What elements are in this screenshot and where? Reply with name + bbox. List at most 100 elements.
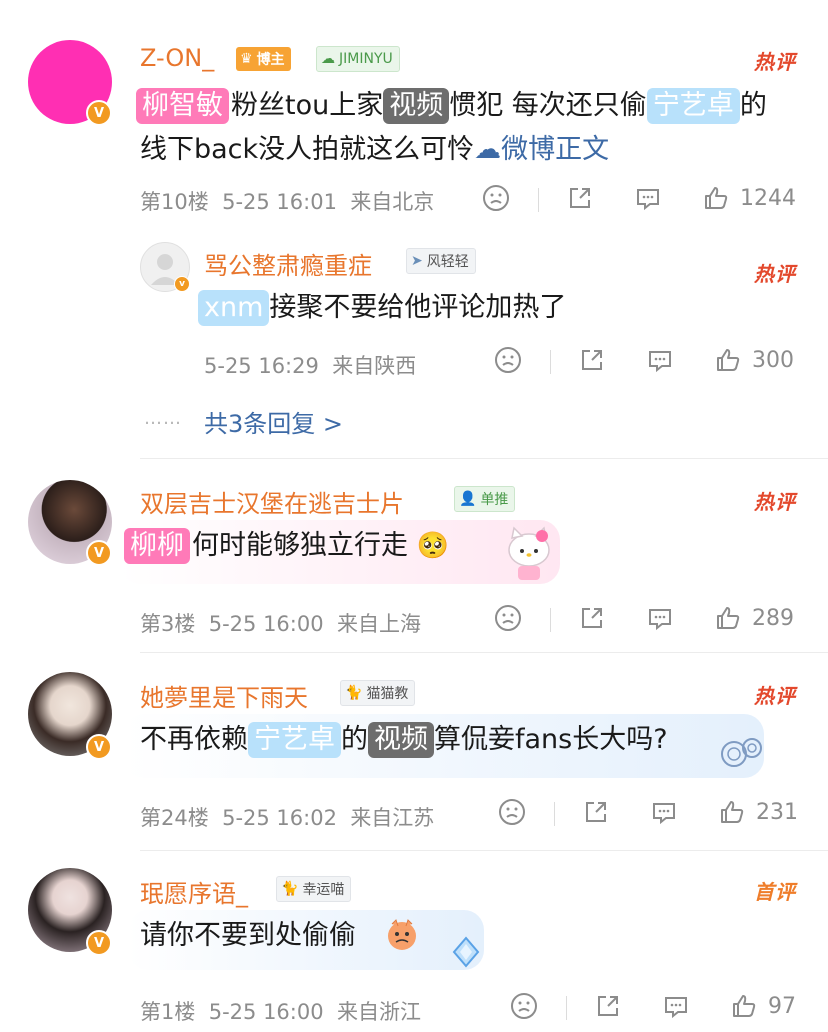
action-divider (538, 188, 539, 212)
fan-badge[interactable]: 🐈 猫猫教 (340, 680, 416, 706)
hello-kitty-sticker-icon (500, 524, 558, 582)
video-tag[interactable]: 视频 (383, 88, 450, 124)
emoji-react-button[interactable] (510, 992, 538, 1020)
like-count: 300 (752, 347, 794, 373)
comment-icon (649, 609, 671, 631)
comment-text: 不再依赖 宁艺卓的视频 算侃妾fans长大吗? (140, 720, 668, 760)
emoji-react-button[interactable] (494, 604, 522, 632)
share-button[interactable] (578, 346, 606, 374)
thumbs-up-icon (717, 349, 740, 371)
more-replies-link[interactable]: 共3条回复 > (204, 404, 343, 439)
supertopic-tag[interactable]: xnm (198, 290, 270, 326)
username[interactable]: 双层吉士汉堡在逃吉士片 (140, 484, 404, 519)
verified-icon: V (86, 540, 112, 566)
comment-icon (665, 997, 687, 1019)
share-icon (582, 608, 602, 628)
pleading-face-emoji: 🥺 (416, 531, 449, 561)
share-icon (570, 188, 590, 208)
action-divider (554, 802, 555, 826)
like-button[interactable]: 289 (714, 604, 794, 632)
reply-actions: 300 (0, 346, 828, 378)
weibo-link-icon: ☁ (474, 134, 502, 165)
frown-icon (499, 799, 525, 825)
comment-actions: 289 (0, 604, 828, 636)
like-button[interactable]: 1244 (702, 184, 796, 212)
action-divider (550, 608, 551, 632)
hot-comment-label: 热评 (754, 684, 796, 708)
comment-actions: 97 (0, 992, 828, 1024)
comment-icon (649, 351, 671, 373)
paper-plane-icon: ➤ (411, 253, 423, 269)
comment-text-line-1: 柳智敏 粉丝tou上家 视频 惯犯 每次还只偷 宁艺卓的 (136, 86, 767, 126)
person-icon: 👤 (459, 491, 477, 507)
cat-icon: 🐈 (345, 685, 363, 701)
username[interactable]: 她夢里是下雨天 (140, 678, 308, 713)
comment-actions: 1244 (0, 184, 828, 216)
share-icon (582, 350, 602, 370)
share-button[interactable] (566, 184, 594, 212)
comment-button[interactable] (646, 346, 674, 374)
like-button[interactable]: 231 (718, 798, 798, 826)
supertopic-tag[interactable]: 宁艺卓 (248, 722, 341, 758)
thumbs-up-icon (717, 607, 740, 629)
thumbs-up-icon (721, 801, 744, 823)
like-button[interactable]: 300 (714, 346, 794, 374)
video-tag[interactable]: 视频 (368, 722, 434, 758)
comment-text: 柳柳 何时能够独立行走 🥺 (124, 526, 449, 566)
emoji-react-button[interactable] (482, 184, 510, 212)
hot-comment-label: 热评 (754, 490, 796, 514)
comment-text-line-2: 线下back没人拍就这么可怜☁微博正文 (140, 134, 610, 165)
comment-text: 请你不要到处偷偷 (140, 920, 356, 951)
action-divider (550, 350, 551, 374)
reply-text: xnm 接聚不要给他评论加热了 (198, 288, 566, 328)
emoji-react-button[interactable] (498, 798, 526, 826)
thumbs-up-icon (733, 995, 756, 1017)
username[interactable]: Z-ON_ (140, 44, 214, 72)
divider (140, 652, 828, 653)
share-icon (586, 802, 606, 822)
username[interactable]: 珉愿序语_ (140, 874, 248, 909)
action-divider (566, 996, 567, 1020)
comment-2: V 双层吉士汉堡在逃吉士片 👤 单推 热评 柳柳 何时能够独立行走 🥺 第3楼 5… (0, 460, 828, 650)
like-count: 231 (756, 799, 798, 825)
share-button[interactable] (594, 992, 622, 1020)
verified-icon: v (174, 276, 190, 292)
like-button[interactable]: 97 (730, 992, 796, 1020)
fan-badge[interactable]: 👤 单推 (454, 486, 516, 512)
thumbs-up-icon (705, 187, 728, 209)
weibo-link[interactable]: ☁微博正文 (474, 134, 609, 165)
share-icon (598, 996, 618, 1016)
reply-username[interactable]: 骂公整肃瘾重症 (204, 246, 372, 281)
supertopic-tag[interactable]: 柳智敏 (136, 88, 229, 124)
reply-fan-badge[interactable]: ➤ 风轻轻 (406, 248, 476, 274)
share-button[interactable] (578, 604, 606, 632)
flower-sticker-icon (712, 732, 768, 778)
comment-3: V 她夢里是下雨天 🐈 猫猫教 热评 不再依赖 宁艺卓的视频 算侃妾fans长大吗?… (0, 654, 828, 850)
comment-button[interactable] (650, 798, 678, 826)
share-button[interactable] (582, 798, 610, 826)
supertopic-tag[interactable]: 宁艺卓 (646, 88, 740, 124)
comment-icon (637, 189, 659, 211)
crown-icon: ♛ (240, 51, 253, 67)
fan-badge[interactable]: ☁ JIMINYU (316, 46, 400, 72)
verified-icon: V (86, 100, 112, 126)
like-count: 97 (768, 993, 796, 1019)
comment-1: V Z-ON_ ♛ 博主 ☁ JIMINYU 热评 柳智敏 粉丝tou上家 视频 惯犯… (0, 0, 828, 460)
first-comment-label: 首评 (754, 880, 796, 904)
more-dots: …… (144, 408, 182, 429)
divider (140, 850, 828, 851)
like-count: 289 (752, 605, 794, 631)
frown-icon (483, 185, 509, 211)
blogger-badge: ♛ 博主 (236, 47, 291, 71)
frown-icon (511, 993, 537, 1019)
supertopic-tag[interactable]: 柳柳 (124, 528, 190, 564)
comment-button[interactable] (646, 604, 674, 632)
verified-icon: V (86, 930, 112, 956)
frown-icon (495, 605, 521, 631)
cloud-icon: ☁ (321, 51, 335, 67)
comment-button[interactable] (662, 992, 690, 1020)
emoji-react-button[interactable] (494, 346, 522, 374)
comment-button[interactable] (634, 184, 662, 212)
fan-badge[interactable]: 🐈 幸运喵 (276, 876, 352, 902)
like-count: 1244 (740, 185, 796, 211)
